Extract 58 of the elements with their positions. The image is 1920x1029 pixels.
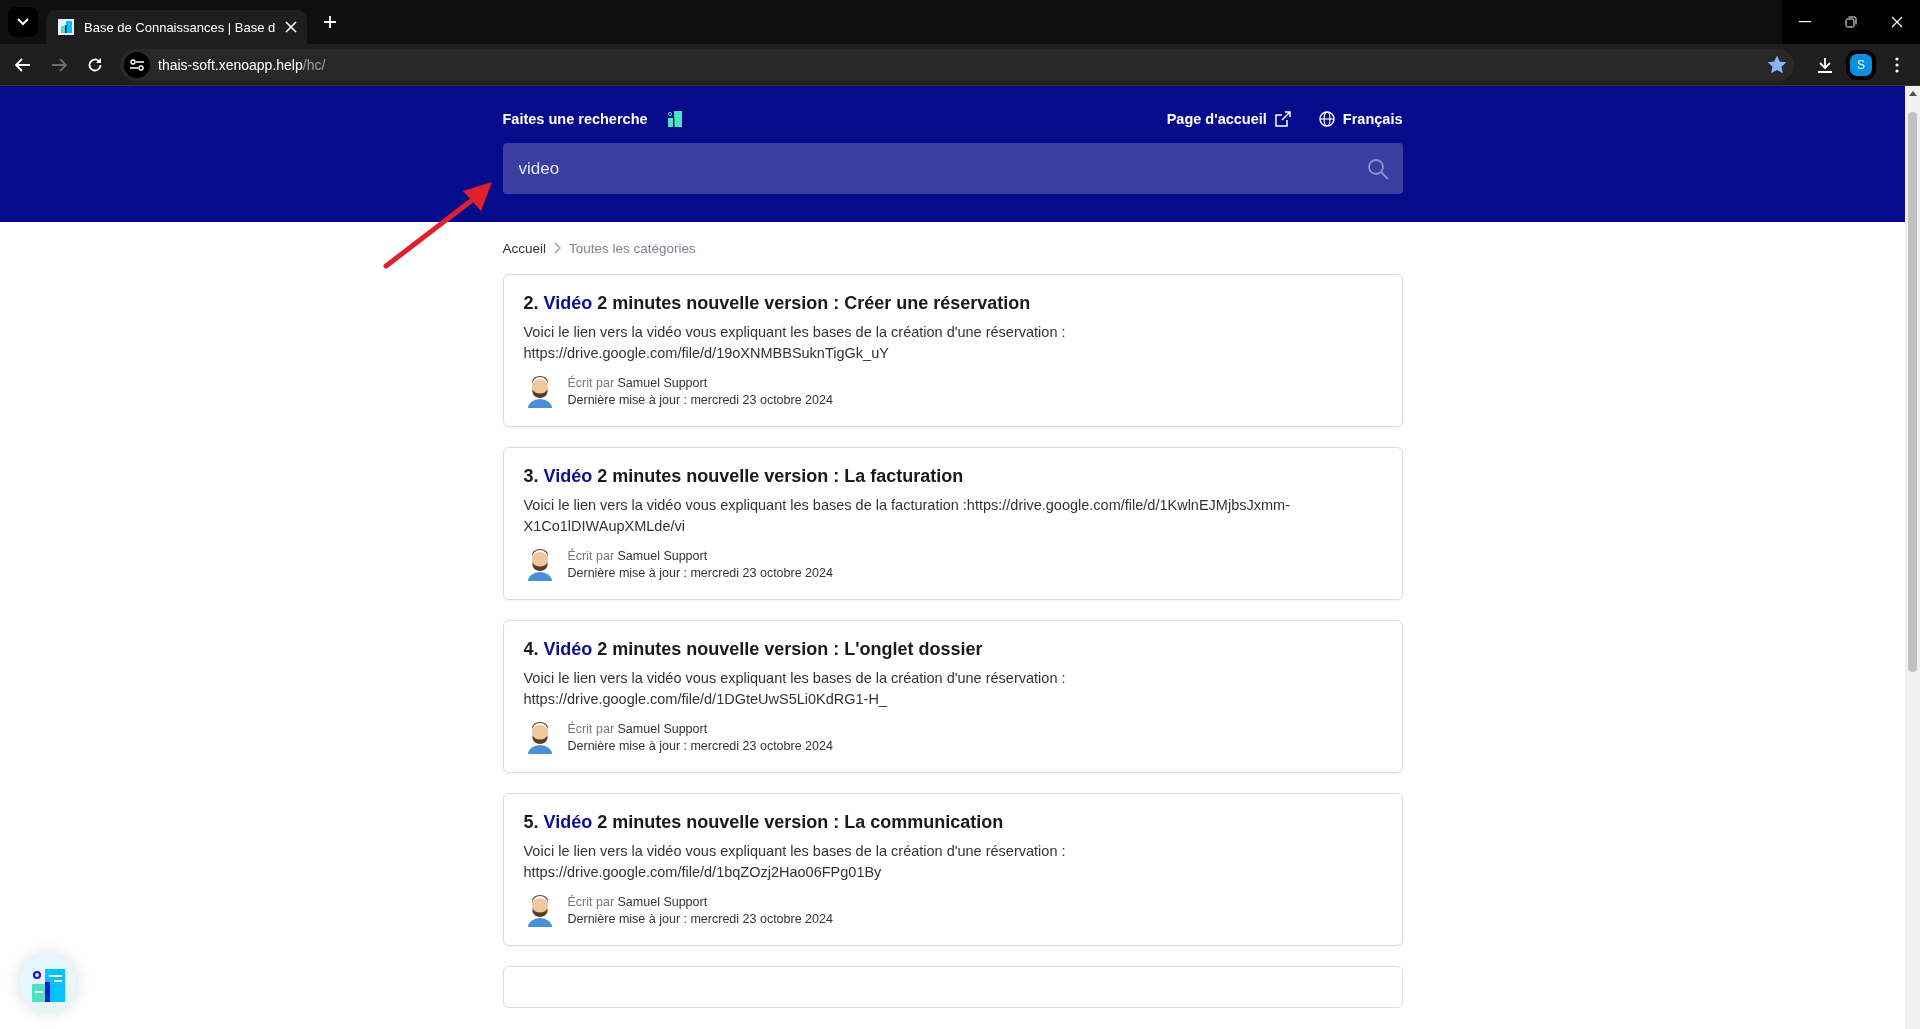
- search-field[interactable]: video: [502, 143, 1403, 194]
- article-title[interactable]: 4. Vidéo 2 minutes nouvelle version : L'onglet dossier: [523, 639, 1382, 660]
- updated-date: Dernière mise à jour : mercredi 23 octobre 2024: [567, 565, 833, 580]
- download-icon: [1817, 56, 1833, 73]
- chat-widget-button[interactable]: [19, 954, 77, 1012]
- avatar-icon: [525, 720, 554, 754]
- search-heading: Faites une recherche: [502, 111, 648, 127]
- close-icon[interactable]: [285, 21, 298, 33]
- article-title[interactable]: 3. Vidéo 2 minutes nouvelle version : La facturation: [523, 466, 1382, 487]
- article-excerpt: Voici le lien vers la vidéo vous expliquant les bases de la facturation :https://drive.google.com/file/d/1KwlnEJMjbsJxmm-X1Co1lDIWAupXMLde/vi: [523, 496, 1291, 536]
- chevron-down-icon: [17, 18, 29, 26]
- tab-title: Base de Connaissances | Base d: [84, 19, 276, 35]
- minimize-icon: [1799, 21, 1811, 23]
- avatar-icon: [525, 893, 554, 927]
- star-icon[interactable]: [1768, 55, 1786, 74]
- breadcrumb-link[interactable]: Accueil: [502, 240, 547, 256]
- article-title[interactable]: 5. Vidéo 2 minutes nouvelle version : La communication: [523, 812, 1382, 833]
- reload-icon: [87, 56, 103, 73]
- tab-list-button[interactable]: [8, 7, 38, 37]
- article-card[interactable]: [502, 620, 1403, 773]
- browser-tab[interactable]: Base de Connaissances | Base d: [46, 10, 308, 44]
- search-icon[interactable]: [1366, 157, 1389, 180]
- updated-date: Dernière mise à jour : mercredi 23 octobre 2024: [567, 738, 833, 753]
- restore-icon: [1845, 16, 1857, 28]
- article-card[interactable]: [502, 274, 1403, 427]
- article-excerpt: Voici le lien vers la vidéo vous expliquant les bases de la création d'une réservation : https://drive.google.com/file/d/1DGteUwS5Li0KdRG1-H_: [523, 669, 1067, 709]
- buildings-icon: [58, 19, 74, 35]
- close-window-button[interactable]: [1874, 0, 1920, 44]
- updated-date: Dernière mise à jour : mercredi 23 octobre 2024: [567, 911, 833, 926]
- site-settings-icon[interactable]: [130, 58, 144, 71]
- buildings-icon: [665, 110, 684, 128]
- article-excerpt: Voici le lien vers la vidéo vous expliquant les bases de la création d'une réservation : https://drive.google.com/file/d/19oXNMBBSuknTigGk_uY: [523, 323, 1067, 363]
- menu-icon: [1895, 56, 1899, 73]
- globe-icon: [1318, 111, 1335, 127]
- search-input: video: [516, 157, 1367, 180]
- language-selector[interactable]: Français: [1318, 111, 1403, 127]
- scroll-up-icon[interactable]: [1908, 91, 1917, 96]
- article-excerpt: Voici le lien vers la vidéo vous expliquant les bases de la création d'une réservation : https://drive.google.com/file/d/1bqZOzj2Hao06FPg01By: [523, 842, 1067, 882]
- avatar-icon: [525, 547, 554, 581]
- close-icon: [1891, 16, 1903, 28]
- plus-icon: [324, 16, 337, 28]
- scrollbar-thumb[interactable]: [1908, 112, 1917, 672]
- author-line: Écrit par Samuel Support: [567, 894, 709, 909]
- updated-date: Dernière mise à jour : mercredi 23 octobre 2024: [567, 392, 833, 407]
- article-card[interactable]: [502, 447, 1403, 600]
- url-text: thais-soft.xenoapp.help/hc/: [158, 56, 327, 73]
- chevron-right-icon: [554, 242, 562, 254]
- article-card[interactable]: [502, 793, 1403, 946]
- back-arrow-icon: [15, 57, 31, 72]
- author-line: Écrit par Samuel Support: [567, 721, 709, 736]
- home-page-link[interactable]: Page d'accueil: [1166, 111, 1291, 127]
- article-title[interactable]: 2. Vidéo 2 minutes nouvelle version : Créer une réservation: [523, 293, 1382, 314]
- external-link-icon: [1274, 111, 1291, 127]
- address-bar[interactable]: thais-soft.xenoapp.help/hc/: [120, 48, 1794, 81]
- avatar-icon: [525, 374, 554, 408]
- author-line: Écrit par Samuel Support: [567, 375, 709, 390]
- author-line: Écrit par Samuel Support: [567, 548, 709, 563]
- breadcrumb-link[interactable]: Toutes les catégories: [569, 240, 696, 256]
